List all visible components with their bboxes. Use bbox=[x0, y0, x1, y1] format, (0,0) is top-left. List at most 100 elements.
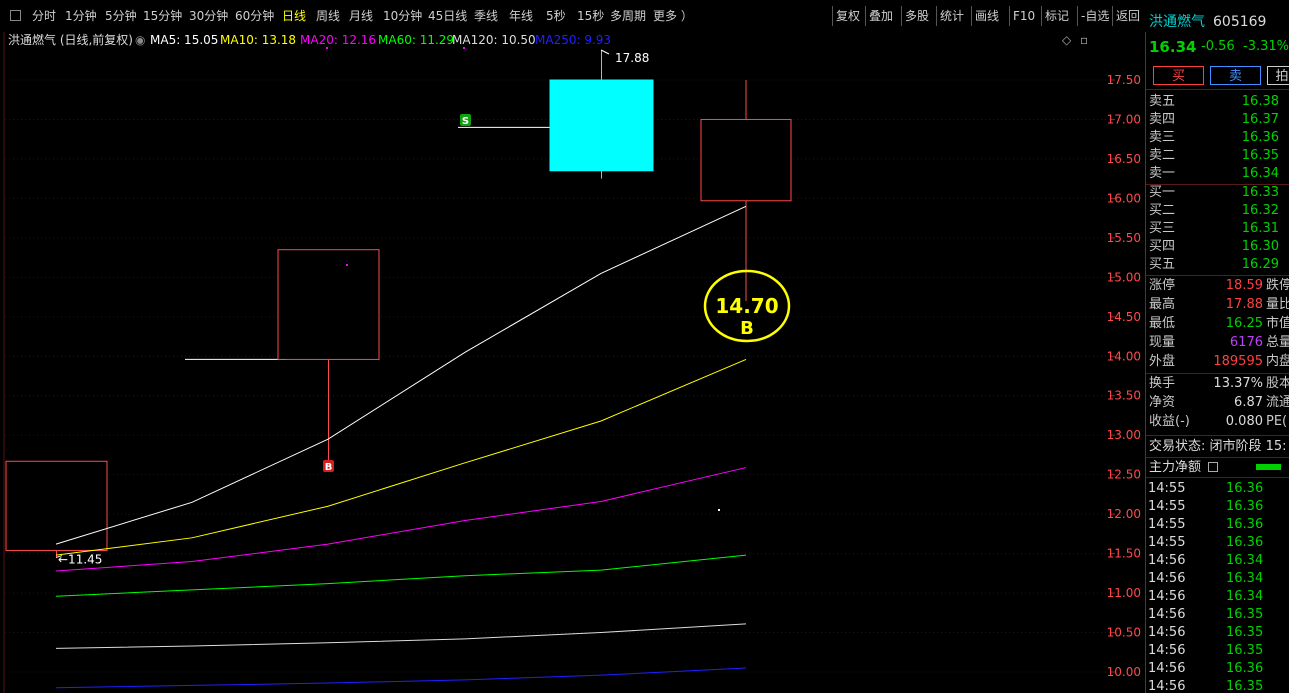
period-tab-8[interactable]: 月线 bbox=[349, 8, 373, 24]
row-value: 16.37 bbox=[1241, 112, 1279, 127]
period-tab-2[interactable]: 5分钟 bbox=[105, 8, 137, 24]
toolbar-separator bbox=[1112, 6, 1113, 26]
tick-row[interactable]: 14:56 16.34 bbox=[1146, 588, 1289, 606]
bid-row[interactable]: 买五 16.29 bbox=[1146, 256, 1289, 274]
row-label: 卖一 bbox=[1149, 166, 1176, 181]
net-flow-label: 主力净额 bbox=[1149, 460, 1202, 475]
ask-row[interactable]: 卖五 16.38 bbox=[1146, 93, 1289, 111]
toolbar-button-2[interactable]: 多股 bbox=[905, 8, 929, 24]
tick-row[interactable]: 14:56 16.35 bbox=[1146, 678, 1289, 693]
period-tab-5[interactable]: 60分钟 bbox=[235, 8, 274, 24]
toolbar-button-7[interactable]: -自选 bbox=[1081, 8, 1109, 24]
toolbar-button-0[interactable]: 复权 bbox=[836, 8, 860, 24]
row-label: 买四 bbox=[1149, 239, 1176, 254]
row-tail-label: 总量 bbox=[1266, 335, 1289, 350]
tick-time: 14:55 bbox=[1148, 481, 1186, 496]
period-tab-9[interactable]: 10分钟 bbox=[383, 8, 422, 24]
period-tab-11[interactable]: 季线 bbox=[474, 8, 498, 24]
bid-row[interactable]: 买二 16.32 bbox=[1146, 202, 1289, 220]
kline-chart[interactable]: 洪通燃气 (日线,前复权) ◉ MA5: 15.05 MA10: 13.18 MA2… bbox=[0, 32, 1146, 693]
period-tab-7[interactable]: 周线 bbox=[316, 8, 340, 24]
trade-status: 交易状态: 闭市阶段 15: bbox=[1149, 439, 1287, 454]
stat-row[interactable]: 最高 17.88 量比 bbox=[1146, 296, 1289, 314]
y-tick-label: 10.50 bbox=[1107, 626, 1141, 640]
stat-row[interactable]: 外盘 189595 内盘 bbox=[1146, 353, 1289, 371]
toolbar-button-5[interactable]: F10 bbox=[1013, 8, 1035, 24]
period-tab-6[interactable]: 日线 bbox=[282, 8, 306, 24]
row-tail-label: 流通 bbox=[1266, 395, 1289, 410]
toggle-panel-icon[interactable] bbox=[10, 10, 21, 21]
toolbar-button-3[interactable]: 统计 bbox=[940, 8, 964, 24]
ma-line-ma10 bbox=[55, 358, 747, 556]
period-tab-3[interactable]: 15分钟 bbox=[143, 8, 182, 24]
tick-row[interactable]: 14:55 16.36 bbox=[1146, 480, 1289, 498]
period-tab-15[interactable]: 多周期 bbox=[610, 8, 646, 24]
tick-time: 14:56 bbox=[1148, 607, 1186, 622]
period-tab-0[interactable]: 分时 bbox=[32, 8, 56, 24]
ask-row[interactable]: 卖三 16.36 bbox=[1146, 129, 1289, 147]
tick-time: 14:55 bbox=[1148, 499, 1186, 514]
y-tick-label: 13.00 bbox=[1107, 428, 1141, 442]
toolbar-button-4[interactable]: 画线 bbox=[975, 8, 999, 24]
row-label: 卖四 bbox=[1149, 112, 1176, 127]
stat-row[interactable]: 净资 6.87 流通 bbox=[1146, 394, 1289, 412]
y-tick-label: 11.00 bbox=[1107, 586, 1141, 600]
stat-row[interactable]: 现量 6176 总量 bbox=[1146, 334, 1289, 352]
period-tab-14[interactable]: 15秒 bbox=[577, 8, 604, 24]
stat-row[interactable]: 换手 13.37% 股本 bbox=[1146, 375, 1289, 393]
net-flow-bar bbox=[1256, 464, 1281, 470]
y-tick-label: 10.00 bbox=[1107, 665, 1141, 679]
row-value: 13.37% bbox=[1213, 376, 1263, 391]
list-icon[interactable] bbox=[1208, 462, 1218, 472]
toolbar-separator bbox=[1077, 6, 1078, 26]
more-trade-button[interactable]: 拍 bbox=[1267, 66, 1289, 85]
marker-dot bbox=[326, 47, 328, 49]
ask-row[interactable]: 卖四 16.37 bbox=[1146, 111, 1289, 129]
high-pointer bbox=[600, 49, 610, 55]
period-tab-10[interactable]: 45日线 bbox=[428, 8, 467, 24]
row-value: 16.38 bbox=[1241, 94, 1279, 109]
signal-letter: B bbox=[740, 318, 754, 339]
bid-row[interactable]: 买三 16.31 bbox=[1146, 220, 1289, 238]
toolbar-button-6[interactable]: 标记 bbox=[1045, 8, 1069, 24]
tick-row[interactable]: 14:56 16.34 bbox=[1146, 552, 1289, 570]
row-value: 16.36 bbox=[1241, 130, 1279, 145]
sell-button[interactable]: 卖 bbox=[1210, 66, 1261, 85]
ma-line-ma60 bbox=[55, 554, 747, 597]
buy-button[interactable]: 买 bbox=[1153, 66, 1204, 85]
tick-row[interactable]: 14:55 16.36 bbox=[1146, 534, 1289, 552]
period-tab-16[interactable]: 更多 ） bbox=[653, 8, 693, 24]
toolbar-button-1[interactable]: 叠加 bbox=[869, 8, 893, 24]
period-tab-13[interactable]: 5秒 bbox=[546, 8, 566, 24]
ask-row[interactable]: 卖二 16.35 bbox=[1146, 147, 1289, 165]
stat-row[interactable]: 涨停 18.59 跌停 bbox=[1146, 277, 1289, 295]
y-tick-label: 13.50 bbox=[1107, 389, 1141, 403]
tick-row[interactable]: 14:56 16.35 bbox=[1146, 606, 1289, 624]
period-tab-4[interactable]: 30分钟 bbox=[189, 8, 228, 24]
period-tab-12[interactable]: 年线 bbox=[509, 8, 533, 24]
tick-row[interactable]: 14:56 16.35 bbox=[1146, 642, 1289, 660]
tick-row[interactable]: 14:55 16.36 bbox=[1146, 498, 1289, 516]
tick-row[interactable]: 14:56 16.34 bbox=[1146, 570, 1289, 588]
stat-row[interactable]: 最低 16.25 市值 bbox=[1146, 315, 1289, 333]
tick-row[interactable]: 14:56 16.35 bbox=[1146, 624, 1289, 642]
row-value: 16.31 bbox=[1241, 221, 1279, 236]
stat-row[interactable]: 收益(-) 0.080 PE( bbox=[1146, 413, 1289, 431]
bid-row[interactable]: 买四 16.30 bbox=[1146, 238, 1289, 256]
stock-name: 洪通燃气 bbox=[1149, 14, 1205, 30]
tick-row[interactable]: 14:56 16.36 bbox=[1146, 660, 1289, 678]
ask-row[interactable]: 卖一 16.34 bbox=[1146, 165, 1289, 183]
row-tail-label: 股本 bbox=[1266, 376, 1289, 391]
row-tail-label: PE( bbox=[1266, 414, 1288, 429]
row-label: 收益(-) bbox=[1149, 414, 1190, 429]
row-value: 16.32 bbox=[1241, 203, 1279, 218]
toolbar-button-8[interactable]: 返回 bbox=[1116, 8, 1140, 24]
candle-body bbox=[277, 249, 380, 360]
tick-row[interactable]: 14:55 16.36 bbox=[1146, 516, 1289, 534]
bid-row[interactable]: 买一 16.33 bbox=[1146, 184, 1289, 202]
row-label: 买一 bbox=[1149, 185, 1176, 200]
period-tab-1[interactable]: 1分钟 bbox=[65, 8, 97, 24]
tick-price: 16.34 bbox=[1226, 571, 1264, 586]
candle-body bbox=[700, 118, 792, 202]
row-value: 189595 bbox=[1213, 354, 1263, 369]
